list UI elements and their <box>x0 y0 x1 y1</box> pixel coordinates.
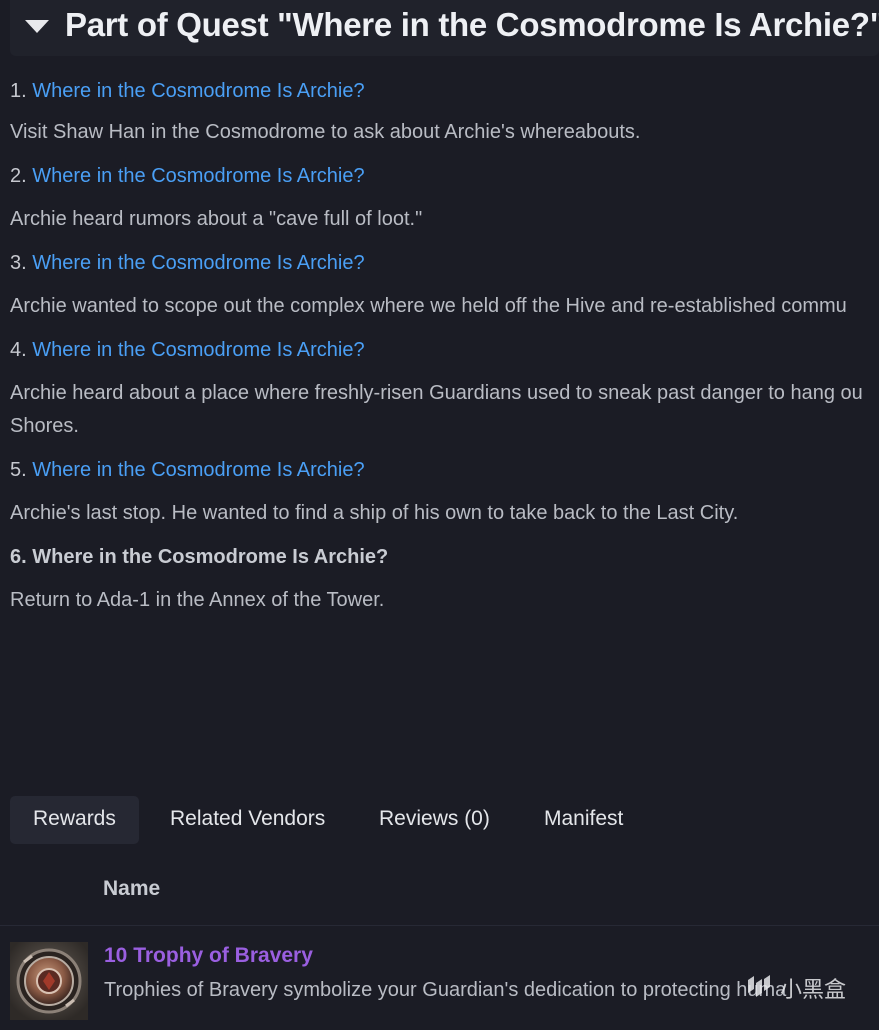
step-heading: 3. Where in the Cosmodrome Is Archie? <box>10 248 879 278</box>
heybox-logo-icon <box>744 971 774 1006</box>
quest-header[interactable]: Part of Quest "Where in the Cosmodrome I… <box>10 0 879 56</box>
watermark-text: 小黑盒 <box>780 978 847 1003</box>
step-description-continued: Shores. <box>10 415 79 437</box>
step-number: 2. <box>10 165 27 187</box>
step-heading: 5. Where in the Cosmodrome Is Archie? <box>10 455 879 485</box>
tab-bar: Rewards Related Vendors Reviews (0) Mani… <box>10 796 879 844</box>
watermark: 小黑盒 <box>744 968 846 1008</box>
step-description: Return to Ada-1 in the Annex of the Towe… <box>10 589 385 611</box>
tab-manifest[interactable]: Manifest <box>521 796 646 844</box>
quest-steps-list: 1. Where in the Cosmodrome Is Archie? Vi… <box>10 76 879 617</box>
step-description: Archie wanted to scope out the complex w… <box>10 295 847 317</box>
step-title-link[interactable]: Where in the Cosmodrome Is Archie? <box>32 165 364 187</box>
step-description: Archie's last stop. He wanted to find a … <box>10 502 739 524</box>
reward-name-link[interactable]: 10 Trophy of Bravery <box>104 944 313 968</box>
step-number: 6. <box>10 546 27 568</box>
step-title-link[interactable]: Where in the Cosmodrome Is Archie? <box>32 252 364 274</box>
step-description: Visit Shaw Han in the Cosmodrome to ask … <box>10 121 641 143</box>
step-description: Archie heard about a place where freshly… <box>10 382 863 404</box>
step-title-current: Where in the Cosmodrome Is Archie? <box>32 546 389 568</box>
trophy-of-bravery-icon[interactable] <box>10 942 88 1020</box>
step-title-link[interactable]: Where in the Cosmodrome Is Archie? <box>32 80 364 102</box>
quest-title: Part of Quest "Where in the Cosmodrome I… <box>65 6 879 43</box>
step-heading-current: 6. Where in the Cosmodrome Is Archie? <box>10 542 879 572</box>
step-title-link[interactable]: Where in the Cosmodrome Is Archie? <box>32 339 364 361</box>
step-number: 4. <box>10 339 27 361</box>
tab-rewards[interactable]: Rewards <box>10 796 139 844</box>
caret-down-icon[interactable] <box>25 20 49 33</box>
step-description: Archie heard rumors about a "cave full o… <box>10 208 423 230</box>
step-number: 1. <box>10 80 27 102</box>
step-heading: 2. Where in the Cosmodrome Is Archie? <box>10 161 879 191</box>
tab-reviews[interactable]: Reviews (0) <box>356 796 513 844</box>
step-title-link[interactable]: Where in the Cosmodrome Is Archie? <box>32 459 364 481</box>
step-number: 5. <box>10 459 27 481</box>
column-header-name[interactable]: Name <box>103 877 160 901</box>
reward-description: Trophies of Bravery symbolize your Guard… <box>104 979 787 1001</box>
step-number: 3. <box>10 252 27 274</box>
step-heading: 1. Where in the Cosmodrome Is Archie? <box>10 76 879 106</box>
step-heading: 4. Where in the Cosmodrome Is Archie? <box>10 335 879 365</box>
tab-related-vendors[interactable]: Related Vendors <box>147 796 348 844</box>
